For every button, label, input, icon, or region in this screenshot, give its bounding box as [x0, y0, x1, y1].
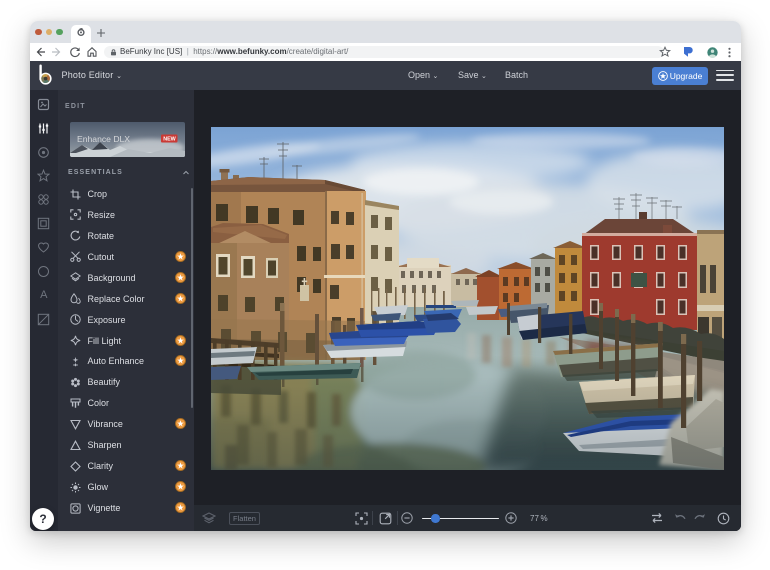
svg-text:NEW: NEW — [163, 137, 176, 143]
svg-text:Enhance DLX: Enhance DLX — [77, 134, 130, 144]
